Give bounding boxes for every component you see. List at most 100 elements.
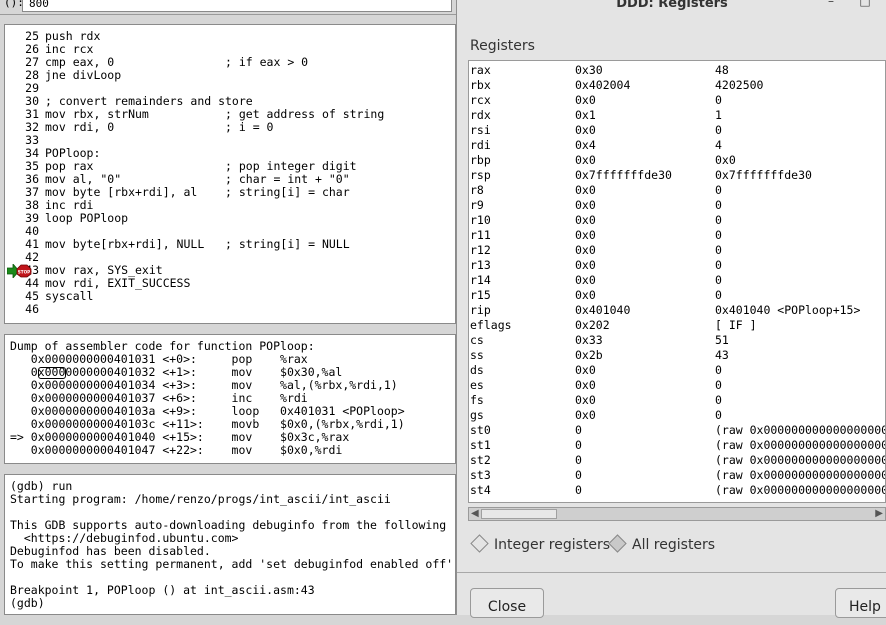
register-row[interactable]: r14 0x0 0 — [469, 273, 885, 288]
radio-all-registers[interactable]: All registers — [608, 534, 716, 557]
register-row[interactable]: rdx 0x1 1 — [469, 108, 885, 123]
gdb-console[interactable]: (gdb) run Starting program: /home/renzo/p… — [4, 474, 456, 615]
register-row[interactable]: r8 0x0 0 — [469, 183, 885, 198]
pane-divider[interactable] — [0, 465, 456, 473]
register-hex-value: 0x4 — [575, 138, 596, 152]
register-natural-value: 4202500 — [715, 78, 764, 92]
disassembly-window[interactable]: Dump of assembler code for function POPl… — [4, 334, 456, 464]
scroll-right-icon[interactable]: ▶ — [875, 508, 883, 519]
register-natural-value: (raw 0x0000000000000000000 — [715, 453, 886, 467]
source-line[interactable]: 32 mov rdi, 0 ; i = 0 — [5, 121, 273, 134]
radio-all-label: All registers — [632, 537, 716, 553]
register-row[interactable]: st0 0 (raw 0x0000000000000000000 — [469, 423, 885, 438]
register-natural-value: 0x7fffffffde30 — [715, 168, 812, 182]
source-window[interactable]: 25 push rdx 26 inc rcx 27 cmp eax, 0 ; if eax… — [4, 24, 456, 324]
register-row[interactable]: r9 0x0 0 — [469, 198, 885, 213]
register-row[interactable]: es 0x0 0 — [469, 378, 885, 393]
scroll-left-icon[interactable]: ◀ — [471, 508, 479, 519]
horizontal-scrollbar[interactable]: ◀ ▶ — [468, 507, 886, 521]
register-hex-value: 0x33 — [575, 333, 603, 347]
scrollbar-thumb[interactable] — [481, 509, 557, 519]
register-hex-value: 0x1 — [575, 108, 596, 122]
disassembly-cursor — [38, 367, 66, 379]
register-name: r15 — [470, 288, 491, 302]
argument-bar: (): 800 — [0, 0, 456, 15]
register-row[interactable]: st1 0 (raw 0x0000000000000000000 — [469, 438, 885, 453]
register-hex-value: 0 — [575, 468, 582, 482]
register-row[interactable]: r15 0x0 0 — [469, 288, 885, 303]
register-natural-value: 0 — [715, 123, 722, 137]
register-name: rsp — [470, 168, 491, 182]
register-name: rsi — [470, 123, 491, 137]
register-hex-value: 0 — [575, 438, 582, 452]
register-hex-value: 0x0 — [575, 243, 596, 257]
register-hex-value: 0x0 — [575, 393, 596, 407]
register-row[interactable]: r11 0x0 0 — [469, 228, 885, 243]
register-name: st1 — [470, 438, 491, 452]
console-line: Breakpoint 1, POPloop () at int_ascii.as… — [10, 583, 315, 597]
register-row[interactable]: gs 0x0 0 — [469, 408, 885, 423]
register-natural-value: 0 — [715, 213, 722, 227]
register-hex-value: 0x0 — [575, 198, 596, 212]
register-row[interactable]: rbx 0x402004 4202500 — [469, 78, 885, 93]
register-row[interactable]: st4 0 (raw 0x0000000000000000000 — [469, 483, 885, 498]
register-row[interactable]: ss 0x2b 43 — [469, 348, 885, 363]
registers-dialog: DDD: Registers – □ Registers rax 0x30 48 rb… — [456, 0, 886, 618]
register-natural-value: 0 — [715, 198, 722, 212]
argument-label: (): — [4, 0, 24, 9]
stop-sign-label: STOP — [18, 269, 31, 274]
register-row[interactable]: r10 0x0 0 — [469, 213, 885, 228]
register-name: ds — [470, 363, 484, 377]
close-button[interactable]: Close — [470, 588, 544, 618]
register-row[interactable]: st3 0 (raw 0x0000000000000000000 — [469, 468, 886, 483]
register-hex-value: 0x2b — [575, 348, 603, 362]
register-natural-value: 0 — [715, 378, 722, 392]
register-row[interactable]: eflags 0x202 [ IF ] — [469, 318, 885, 333]
register-row[interactable]: rsp 0x7fffffffde30 0x7fffffffde30 — [469, 168, 885, 183]
register-hex-value: 0x0 — [575, 273, 596, 287]
register-hex-value: 0x0 — [575, 378, 596, 392]
registers-list[interactable]: rax 0x30 48 rbx 0x402004 4202500 rcx 0x0 0 rdx 0x1… — [468, 60, 886, 503]
register-row[interactable]: st2 0 (raw 0x0000000000000000000 — [469, 453, 886, 468]
register-row[interactable]: rsi 0x0 0 — [469, 123, 885, 138]
register-name: st0 — [470, 423, 491, 437]
register-row[interactable]: ds 0x0 0 — [469, 363, 885, 378]
register-row[interactable]: fs 0x0 0 — [469, 393, 885, 408]
register-hex-value: 0x0 — [575, 183, 596, 197]
register-row[interactable]: rbp 0x0 0x0 — [469, 153, 885, 168]
source-line[interactable]: 28 jne divLoop — [5, 69, 121, 82]
register-hex-value: 0x30 — [575, 63, 603, 77]
register-row[interactable]: rdi 0x4 4 — [469, 138, 885, 153]
register-row[interactable]: r12 0x0 0 — [469, 243, 885, 258]
register-row[interactable]: rax 0x30 48 — [469, 63, 885, 78]
dialog-titlebar[interactable]: DDD: Registers – □ — [457, 0, 886, 16]
source-line[interactable]: 46 — [5, 303, 45, 316]
register-row[interactable]: cs 0x33 51 — [469, 333, 885, 348]
radio-integer-registers[interactable]: Integer registers — [470, 534, 610, 557]
register-natural-value: (raw 0x0000000000000000000 — [715, 468, 886, 482]
help-button[interactable]: Help — [835, 588, 886, 618]
register-name: fs — [470, 393, 484, 407]
register-row[interactable]: rip 0x401040 0x401040 <POPloop+15> — [469, 303, 885, 318]
console-line: Starting program: /home/renzo/progs/int_… — [10, 492, 391, 506]
register-hex-value: 0x0 — [575, 408, 596, 422]
disassembly-line[interactable]: 0x0000000000401047 <+22>: mov $0x0,%rdi — [10, 444, 343, 457]
register-natural-value: 0 — [715, 288, 722, 302]
register-natural-value: 4 — [715, 138, 722, 152]
register-hex-value: 0x401040 — [575, 303, 631, 317]
register-name: eflags — [470, 318, 512, 332]
argument-input[interactable]: 800 — [22, 0, 452, 12]
register-hex-value: 0x7fffffffde30 — [575, 168, 672, 182]
register-row[interactable]: rcx 0x0 0 — [469, 93, 885, 108]
pane-divider[interactable] — [0, 325, 456, 333]
source-line[interactable]: 45 syscall — [5, 290, 93, 303]
register-row[interactable]: r13 0x0 0 — [469, 258, 885, 273]
register-hex-value: 0x0 — [575, 363, 596, 377]
minimize-icon[interactable]: – — [821, 0, 841, 12]
register-natural-value: 0 — [715, 228, 722, 242]
source-line[interactable]: 39 loop POPloop — [5, 212, 128, 225]
breakpoint-stop-icon[interactable]: STOP — [7, 264, 35, 278]
register-name: rax — [470, 63, 491, 77]
maximize-icon[interactable]: □ — [855, 0, 875, 12]
source-line[interactable]: 41 mov byte[rbx+rdi], NULL ; string[i] = … — [5, 238, 350, 251]
